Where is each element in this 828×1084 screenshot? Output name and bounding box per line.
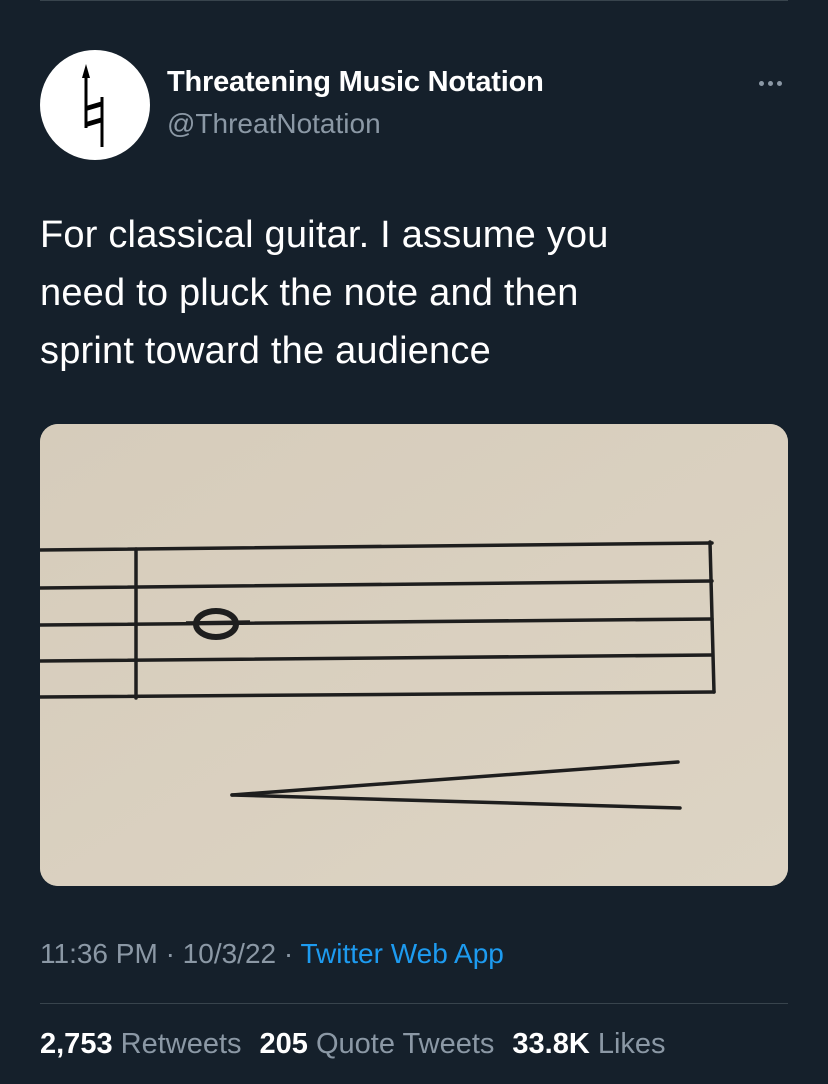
quote-tweets-stat[interactable]: 205 Quote Tweets <box>260 1028 495 1061</box>
avatar[interactable] <box>40 50 150 160</box>
retweets-label: Retweets <box>120 1028 242 1060</box>
music-staff-image <box>40 424 788 886</box>
retweets-count: 2,753 <box>40 1028 113 1060</box>
author-handle[interactable]: @ThreatNotation <box>167 108 381 140</box>
tweet-media-image[interactable] <box>40 424 788 886</box>
natural-sign-arrow-icon <box>82 64 104 147</box>
likes-label: Likes <box>597 1028 666 1060</box>
more-options-button[interactable] <box>752 70 788 96</box>
tweet-meta: 11:36 PM · 10/3/22 · Twitter Web App <box>40 938 504 970</box>
tweet-source-link[interactable]: Twitter Web App <box>300 938 503 969</box>
likes-count: 33.8K <box>512 1028 590 1060</box>
more-horizontal-icon-dot <box>758 80 764 86</box>
tweet-time[interactable]: 11:36 PM <box>40 938 158 969</box>
tweet-text-line: sprint toward the audience <box>40 330 491 372</box>
tweet-stats: 2,753 Retweets 205 Quote Tweets 33.8K Li… <box>40 1028 666 1061</box>
author-display-name[interactable]: Threatening Music Notation <box>167 66 544 99</box>
meta-separator: · <box>283 938 294 969</box>
retweets-stat[interactable]: 2,753 Retweets <box>40 1028 242 1061</box>
tweet-text-line: need to pluck the note and then <box>40 272 579 314</box>
meta-separator: · <box>165 938 175 969</box>
likes-stat[interactable]: 33.8K Likes <box>512 1028 665 1061</box>
more-horizontal-icon-dot <box>767 80 773 86</box>
stats-divider <box>40 1003 788 1004</box>
quote-tweets-count: 205 <box>259 1028 308 1060</box>
tweet-date[interactable]: 10/3/22 <box>183 938 276 969</box>
top-divider <box>40 0 788 1</box>
more-horizontal-icon-dot <box>776 80 782 86</box>
tweet-detail: Threatening Music Notation @ThreatNotati… <box>0 0 828 1084</box>
tweet-text-line: For classical guitar. I assume you <box>40 214 609 256</box>
quote-tweets-label: Quote Tweets <box>315 1028 495 1060</box>
tweet-text: For classical guitar. I assume you need … <box>40 206 760 380</box>
